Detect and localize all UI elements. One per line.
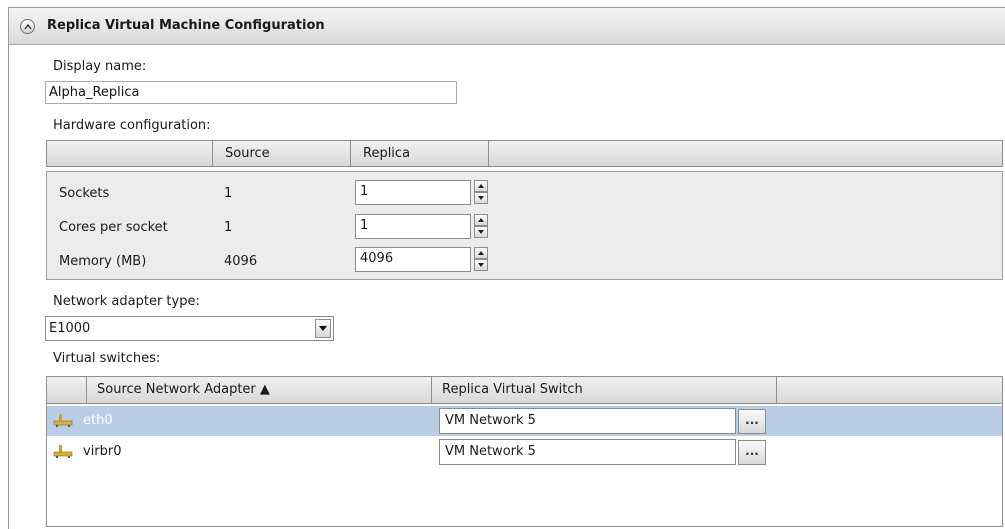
adapter-name: virbr0	[83, 444, 122, 459]
hardware-row-label: Sockets	[59, 186, 110, 201]
chevron-up-icon	[24, 23, 32, 30]
memory-replica-input[interactable]: 4096	[355, 247, 471, 272]
cores-spinner[interactable]	[474, 214, 488, 239]
display-name-label: Display name:	[53, 59, 147, 74]
chevron-down-icon	[319, 326, 327, 331]
hardware-row-source: 1	[224, 186, 233, 201]
arrow-up-icon	[478, 184, 484, 188]
hardware-table-body: Sockets 1 1 Cores per socket 1 1 Memory …	[46, 171, 1003, 280]
hardware-col-blank	[47, 141, 213, 166]
hardware-col-source[interactable]: Source	[213, 141, 351, 166]
section-header[interactable]: Replica Virtual Machine Configuration	[9, 8, 1005, 45]
virtual-switches-table: Source Network Adapter ▲ Replica Virtual…	[46, 376, 1003, 527]
virtual-switches-header: Source Network Adapter ▲ Replica Virtual…	[47, 377, 1002, 404]
spin-up-button[interactable]	[474, 180, 488, 192]
hardware-config-label: Hardware configuration:	[53, 118, 211, 133]
hardware-col-replica[interactable]: Replica	[351, 141, 489, 166]
spin-up-button[interactable]	[474, 214, 488, 226]
network-adapter-select[interactable]: E1000	[45, 316, 334, 341]
browse-switch-button[interactable]: ...	[738, 409, 766, 434]
sockets-replica-input[interactable]: 1	[355, 180, 471, 205]
cores-replica-input[interactable]: 1	[355, 214, 471, 239]
arrow-up-icon	[478, 251, 484, 255]
browse-switch-button[interactable]: ...	[738, 440, 766, 465]
network-adapter-value: E1000	[49, 321, 91, 336]
hardware-row-source: 1	[224, 220, 233, 235]
sockets-spinner[interactable]	[474, 180, 488, 205]
replica-switch-input[interactable]: VM Network 5	[439, 408, 736, 434]
table-row[interactable]: virbr0 VM Network 5 ...	[47, 437, 1002, 467]
section-title: Replica Virtual Machine Configuration	[47, 18, 325, 33]
hardware-table-header: Source Replica	[46, 140, 1003, 167]
switches-col-replica-switch[interactable]: Replica Virtual Switch	[432, 377, 777, 403]
arrow-down-icon	[478, 230, 484, 234]
spin-up-button[interactable]	[474, 247, 488, 259]
memory-spinner[interactable]	[474, 247, 488, 272]
adapter-name: eth0	[83, 413, 113, 428]
hardware-row-label: Memory (MB)	[59, 254, 147, 269]
arrow-down-icon	[478, 263, 484, 267]
display-name-input[interactable]: Alpha_Replica	[45, 81, 457, 104]
network-adapter-icon	[53, 445, 73, 458]
virtual-switches-label: Virtual switches:	[53, 351, 161, 366]
network-adapter-icon	[53, 414, 73, 427]
arrow-down-icon	[478, 196, 484, 200]
spin-down-button[interactable]	[474, 192, 488, 204]
spin-down-button[interactable]	[474, 226, 488, 238]
arrow-up-icon	[478, 218, 484, 222]
collapse-button[interactable]	[20, 19, 35, 34]
hardware-row-source: 4096	[224, 254, 258, 269]
table-row[interactable]: eth0 VM Network 5 ...	[47, 406, 1002, 436]
switches-col-source-adapter[interactable]: Source Network Adapter ▲	[87, 377, 432, 403]
hardware-row-label: Cores per socket	[59, 220, 168, 235]
switches-col-icon	[47, 377, 87, 403]
replica-switch-input[interactable]: VM Network 5	[439, 439, 736, 465]
spin-down-button[interactable]	[474, 259, 488, 271]
dropdown-button[interactable]	[315, 319, 331, 338]
network-adapter-label: Network adapter type:	[53, 294, 200, 309]
